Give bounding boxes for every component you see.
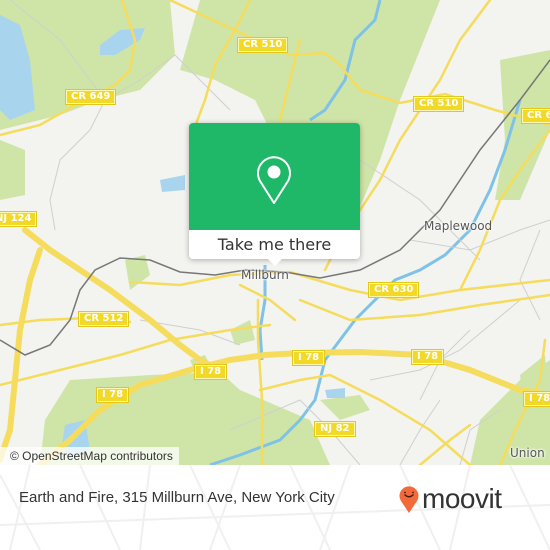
moovit-wordmark: moovit [422,483,502,514]
place-label-millburn: Millburn [241,268,289,282]
place-label-union: Union [510,446,545,460]
map-attribution[interactable]: © OpenStreetMap contributors [0,447,179,465]
road-shield-i78: I 78 [97,388,129,402]
road-shield-cr510: CR 510 [238,38,288,52]
road-shield-nj124: NJ 124 [0,212,37,226]
footer-bar: Earth and Fire, 315 Millburn Ave, New Yo… [0,465,550,550]
road-shield-i78: I 78 [293,351,325,365]
popup-header [189,123,360,230]
road-shield-i78: I 78 [195,365,227,379]
road-shield-cr630: CR 630 [369,283,419,297]
place-label-maplewood: Maplewood [424,219,493,233]
location-pin-icon [257,156,291,204]
place-title: Earth and Fire, 315 Millburn Ave, New Yo… [19,489,335,506]
take-me-there-button[interactable]: Take me there [189,230,360,259]
road-shield-cr512: CR 512 [79,312,129,326]
map-view[interactable]: Millburn Maplewood Union CR 510 CR 510 C… [0,0,550,465]
moovit-pin-icon [399,486,419,513]
road-shield-cr6xx: CR 6 [522,109,550,123]
road-shield-i78: I 78 [524,392,550,406]
road-shield-cr649: CR 649 [66,90,116,104]
popup-pointer [267,258,283,266]
road-shield-nj82: NJ 82 [315,422,355,436]
road-shield-cr510: CR 510 [414,97,464,111]
road-shield-i78: I 78 [412,350,444,364]
location-popup: Take me there [189,123,360,266]
